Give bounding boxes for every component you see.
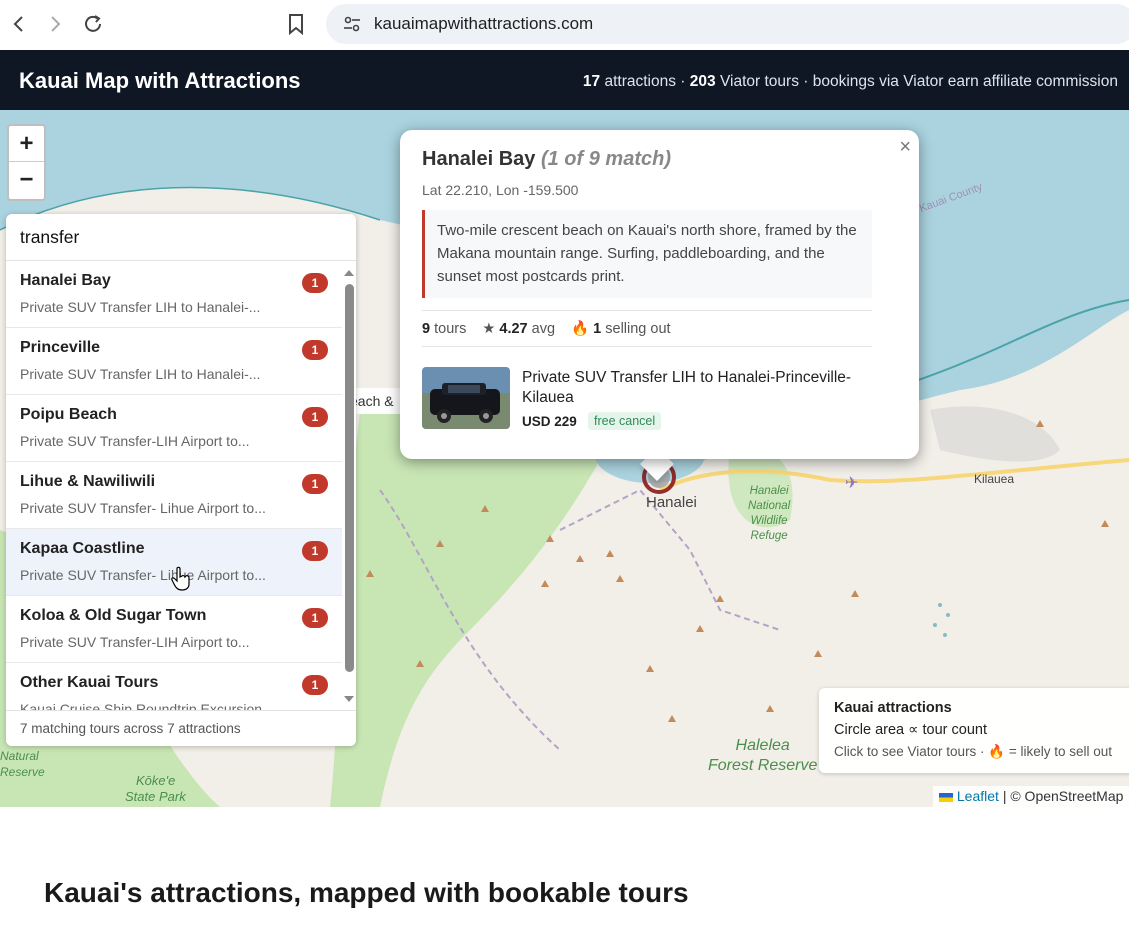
result-tour: Private SUV Transfer LIH to Hanalei-... [20, 366, 261, 382]
popup-title-name: Hanalei Bay [422, 148, 536, 170]
zoom-control: + − [7, 124, 46, 201]
osm-attribution[interactable]: | © OpenStreetMap [1003, 788, 1124, 804]
svg-text:✈: ✈ [845, 473, 858, 492]
result-tour: Private SUV Transfer-LIH Airport to... [20, 634, 250, 650]
results-list[interactable]: Hanalei Bay Private SUV Transfer LIH to … [6, 261, 342, 711]
popup-description: Two-mile crescent beach on Kauai's north… [422, 210, 872, 298]
result-count-badge: 1 [302, 608, 328, 628]
results-summary: 7 matching tours across 7 attractions [6, 710, 356, 746]
result-item[interactable]: Princeville Private SUV Transfer LIH to … [6, 328, 342, 395]
popup-stats: 9 tours ★ 4.27 avg 🔥 1 selling out [422, 310, 872, 347]
tour-count-stat: 9 tours [422, 320, 467, 337]
map-legend: Kauai attractions Circle area ∝ tour cou… [819, 688, 1129, 773]
site-title[interactable]: Kauai Map with Attractions [19, 68, 301, 94]
search-panel: transfer Hanalei Bay Private SUV Transfe… [6, 214, 356, 746]
popup-title: Hanalei Bay (1 of 9 match) [422, 148, 671, 171]
map-label-kilauea: Kilauea [974, 472, 1015, 486]
result-name: Kapaa Coastline [20, 540, 145, 557]
result-count-badge: 1 [302, 273, 328, 293]
result-tour: Private SUV Transfer- Lihue Airport to..… [20, 500, 266, 516]
tour-thumbnail[interactable] [422, 367, 510, 429]
result-tour: Private SUV Transfer-LIH Airport to... [20, 433, 250, 449]
result-tour: Private SUV Transfer LIH to Hanalei-... [20, 299, 261, 315]
result-item[interactable]: Other Kauai Tours Kauai Cruise Ship Roun… [6, 663, 342, 711]
result-item[interactable]: Hanalei Bay Private SUV Transfer LIH to … [6, 261, 342, 328]
selling-out-stat: 🔥 1 selling out [571, 321, 671, 337]
popup-match-count: (1 of 9 match) [540, 148, 671, 170]
address-bar[interactable]: kauaimapwithattractions.com [326, 4, 1129, 44]
result-count-badge: 1 [302, 340, 328, 360]
leaflet-link[interactable]: Leaflet [957, 788, 999, 804]
zoom-out-button[interactable]: − [9, 162, 44, 198]
tour-price: USD 229 [522, 414, 577, 429]
legend-line-hint: Click to see Viator tours · 🔥 = likely t… [834, 744, 1113, 759]
forward-icon[interactable] [41, 10, 69, 38]
tours-count: 203 [689, 73, 716, 90]
tour-card[interactable]: Private SUV Transfer LIH to Hanalei-Prin… [422, 366, 882, 430]
site-settings-icon[interactable] [332, 14, 372, 34]
result-name: Hanalei Bay [20, 272, 111, 289]
search-input[interactable]: transfer [6, 214, 356, 261]
tours-label: Viator tours · bookings via Viator earn … [719, 73, 1118, 90]
ukraine-flag-icon [939, 792, 953, 802]
close-icon[interactable]: × [899, 136, 911, 159]
rating-stat: ★ 4.27 avg [482, 320, 556, 337]
bookmark-icon[interactable] [282, 10, 310, 38]
attractions-count: 17 [582, 73, 601, 90]
fire-icon: 🔥 [571, 321, 590, 337]
result-item[interactable]: Koloa & Old Sugar Town Private SUV Trans… [6, 596, 342, 663]
map-label-hanalei: Hanalei [646, 494, 697, 511]
result-count-badge: 1 [302, 407, 328, 427]
zoom-in-button[interactable]: + [9, 126, 44, 162]
site-stats: 17 attractions · 203 Viator tours · book… [583, 73, 1118, 91]
map-label-refuge: Hanalei National Wildlife Refuge [748, 485, 791, 542]
result-tour: Private SUV Transfer- Lihue Airport to..… [20, 567, 266, 583]
map-label-natural: Natural Reserve [0, 749, 45, 779]
page-heading: Kauai's attractions, mapped with bookabl… [44, 877, 689, 908]
result-count-badge: 1 [302, 675, 328, 695]
result-name: Lihue & Nawiliwili [20, 473, 156, 490]
tour-name[interactable]: Private SUV Transfer LIH to Hanalei-Prin… [522, 368, 882, 408]
legend-title: Kauai attractions [834, 700, 952, 716]
map-label-halelea: Halelea Forest Reserve [708, 737, 818, 774]
url-text[interactable]: kauaimapwithattractions.com [374, 14, 593, 34]
result-name: Koloa & Old Sugar Town [20, 607, 207, 624]
result-item[interactable]: Lihue & Nawiliwili Private SUV Transfer-… [6, 462, 342, 529]
attractions-label: attractions · [604, 73, 686, 90]
result-name: Poipu Beach [20, 406, 117, 423]
results-scrollbar[interactable] [342, 261, 356, 711]
map-label-kokee: Kōke'e State Park [125, 773, 186, 804]
attraction-popup: × Hanalei Bay (1 of 9 match) Lat 22.210,… [400, 130, 919, 459]
result-name: Princeville [20, 339, 101, 356]
result-count-badge: 1 [302, 474, 328, 494]
free-cancel-badge: free cancel [588, 412, 662, 430]
result-item[interactable]: Poipu Beach Private SUV Transfer-LIH Air… [6, 395, 342, 462]
scroll-thumb[interactable] [345, 284, 354, 672]
reload-icon[interactable] [79, 10, 107, 38]
star-icon: ★ [482, 320, 496, 337]
popup-coordinates: Lat 22.210, Lon -159.500 [422, 182, 579, 198]
map-attribution: Leaflet | © OpenStreetMap [933, 786, 1129, 807]
back-icon[interactable] [5, 10, 33, 38]
result-name: Other Kauai Tours [20, 674, 159, 691]
legend-line-size: Circle area ∝ tour count [834, 722, 988, 738]
hand-cursor-icon [171, 566, 190, 591]
site-header: Kauai Map with Attractions 17 attraction… [0, 50, 1129, 110]
result-count-badge: 1 [302, 541, 328, 561]
browser-toolbar: kauaimapwithattractions.com [0, 0, 1129, 50]
